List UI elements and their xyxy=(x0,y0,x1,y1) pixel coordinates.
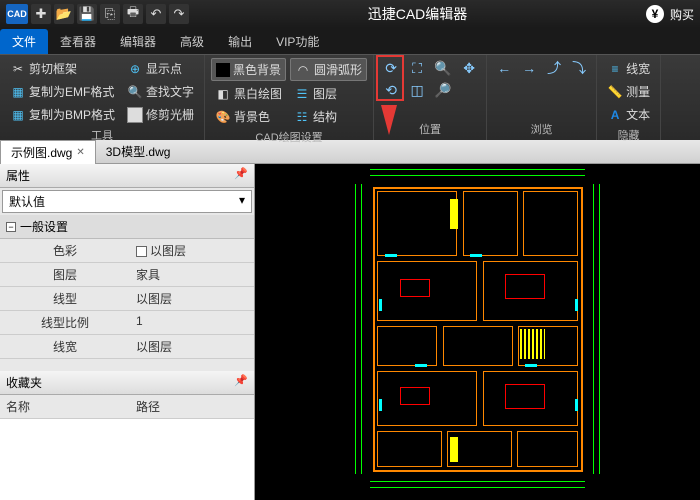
text-icon: A xyxy=(607,107,623,123)
ribbon-group-browse: ← → ⤴ ⤵ 浏览 xyxy=(487,55,597,140)
nav-down-icon[interactable]: ⤵ xyxy=(568,58,590,78)
doc-tab[interactable]: 3D模型.dwg xyxy=(96,140,181,163)
callout-arrow-icon xyxy=(381,105,397,135)
buy-link[interactable]: 购买 xyxy=(670,6,694,23)
open-icon[interactable]: 📂 xyxy=(54,4,74,24)
bmp-icon: ▦ xyxy=(10,107,26,123)
prop-row: 线型比例1 xyxy=(0,311,254,335)
linewidth-icon: ≡ xyxy=(607,61,623,77)
ribbon: ✂剪切框架 ▦复制为EMF格式 ▦复制为BMP格式 ⊕显示点 🔍查找文字 修剪光… xyxy=(0,54,700,140)
ribbon-group-hide: ≡线宽 📏测量 A文本 隐藏 xyxy=(597,55,661,140)
rotate-ccw-icon[interactable]: ⟲ xyxy=(380,80,402,100)
properties-panel-title: 属性📌 xyxy=(0,164,254,188)
new-icon[interactable]: ✚ xyxy=(31,4,51,24)
chevron-down-icon: ▾ xyxy=(239,193,245,210)
favorites-list[interactable] xyxy=(0,419,254,500)
app-title: 迅捷CAD编辑器 xyxy=(189,4,646,24)
search-icon: 🔍 xyxy=(127,84,143,100)
tab-viewer[interactable]: 查看器 xyxy=(48,29,108,54)
drawing-canvas[interactable] xyxy=(255,164,700,500)
group-label-hide: 隐藏 xyxy=(603,125,654,143)
collapse-icon[interactable]: − xyxy=(6,222,16,232)
scissors-icon: ✂ xyxy=(10,61,26,77)
structure-icon: ☷ xyxy=(294,109,310,125)
bg-icon xyxy=(216,63,230,77)
prop-section-general[interactable]: − 一般设置 xyxy=(0,215,254,239)
arc-icon: ◠ xyxy=(295,62,311,78)
doc-tab-active[interactable]: 示例图.dwg✕ xyxy=(0,140,96,164)
ribbon-group-position: ⟳ ⟲ ⛶ ◫ 🔍 🔎 ✥ 位置 xyxy=(374,55,487,140)
zoom-in-icon[interactable]: 🔍 xyxy=(432,58,454,78)
nav-up-icon[interactable]: ⤴ xyxy=(543,58,565,78)
fit-window-icon[interactable]: ⛶ xyxy=(406,58,428,78)
tab-output[interactable]: 输出 xyxy=(216,29,264,54)
ribbon-group-tools: ✂剪切框架 ▦复制为EMF格式 ▦复制为BMP格式 ⊕显示点 🔍查找文字 修剪光… xyxy=(0,55,205,140)
trim-icon xyxy=(127,107,143,123)
black-bg-button[interactable]: 黑色背景 xyxy=(211,58,286,81)
pin-icon[interactable]: 📌 xyxy=(234,374,248,391)
save-icon[interactable]: 💾 xyxy=(77,4,97,24)
tab-file[interactable]: 文件 xyxy=(0,29,48,54)
text-button[interactable]: A文本 xyxy=(603,104,654,125)
zoom-out-icon[interactable]: 🔎 xyxy=(432,80,454,100)
workspace: 属性📌 默认值▾ − 一般设置 色彩以图层 图层家具 线型以图层 线型比例1 线… xyxy=(0,164,700,500)
print-icon[interactable]: 🖶 xyxy=(123,4,143,24)
titlebar: CAD ✚ 📂 💾 ⎘ 🖶 ↶ ↷ 迅捷CAD编辑器 ¥ 购买 xyxy=(0,0,700,28)
structure-button[interactable]: ☷结构 xyxy=(290,106,367,127)
bw-draw-button[interactable]: ◧黑白绘图 xyxy=(211,83,286,104)
redo-icon[interactable]: ↷ xyxy=(169,4,189,24)
ruler-icon: 📏 xyxy=(607,84,623,100)
default-dropdown[interactable]: 默认值▾ xyxy=(2,190,252,213)
prop-row: 线型以图层 xyxy=(0,287,254,311)
smooth-arc-button[interactable]: ◠圆滑弧形 xyxy=(290,58,367,81)
undo-icon[interactable]: ↶ xyxy=(146,4,166,24)
prop-row: 图层家具 xyxy=(0,263,254,287)
prop-row: 线宽以图层 xyxy=(0,335,254,359)
layers-button[interactable]: ☰图层 xyxy=(290,83,367,104)
measure-button[interactable]: 📏测量 xyxy=(603,81,654,102)
clip-frame-button[interactable]: ✂剪切框架 xyxy=(6,58,119,79)
nav-left-icon[interactable]: ← xyxy=(493,58,515,78)
properties-table: − 一般设置 色彩以图层 图层家具 线型以图层 线型比例1 线宽以图层 xyxy=(0,215,254,359)
pan-icon[interactable]: ✥ xyxy=(458,58,480,78)
bg-color-button[interactable]: 🎨背景色 xyxy=(211,106,286,127)
linewidth-button[interactable]: ≡线宽 xyxy=(603,58,654,79)
copy-emf-button[interactable]: ▦复制为EMF格式 xyxy=(6,81,119,102)
group-label-browse: 浏览 xyxy=(493,119,590,137)
checkbox-icon[interactable] xyxy=(136,246,147,257)
pin-icon[interactable]: 📌 xyxy=(234,167,248,184)
group-label-tools: 工具 xyxy=(6,125,198,143)
side-panel: 属性📌 默认值▾ − 一般设置 色彩以图层 图层家具 线型以图层 线型比例1 线… xyxy=(0,164,255,500)
find-text-button[interactable]: 🔍查找文字 xyxy=(123,81,198,102)
tab-editor[interactable]: 编辑器 xyxy=(108,29,168,54)
copy-bmp-button[interactable]: ▦复制为BMP格式 xyxy=(6,104,119,125)
layers-icon: ☰ xyxy=(294,86,310,102)
show-point-button[interactable]: ⊕显示点 xyxy=(123,58,198,79)
ribbon-group-draw-settings: 黑色背景 ◧黑白绘图 🎨背景色 ◠圆滑弧形 ☰图层 ☷结构 CAD绘图设置 xyxy=(205,55,374,140)
rotate-cw-icon[interactable]: ⟳ xyxy=(380,58,402,78)
close-icon[interactable]: ✕ xyxy=(76,147,84,158)
nav-right-icon[interactable]: → xyxy=(518,58,540,78)
app-logo[interactable]: CAD xyxy=(6,4,28,24)
floorplan-drawing xyxy=(355,169,600,489)
saveall-icon[interactable]: ⎘ xyxy=(100,4,120,24)
quick-access-toolbar: CAD ✚ 📂 💾 ⎘ 🖶 ↶ ↷ xyxy=(6,4,189,24)
favorites-panel-title: 收藏夹📌 xyxy=(0,371,254,395)
tab-advanced[interactable]: 高级 xyxy=(168,29,216,54)
tab-vip[interactable]: VIP功能 xyxy=(264,29,331,54)
ribbon-tabs: 文件 查看器 编辑器 高级 输出 VIP功能 xyxy=(0,28,700,54)
group-label-draw: CAD绘图设置 xyxy=(211,127,367,145)
point-icon: ⊕ xyxy=(127,61,143,77)
emf-icon: ▦ xyxy=(10,84,26,100)
bw-icon: ◧ xyxy=(215,86,231,102)
zoom-region-icon[interactable]: ◫ xyxy=(406,80,428,100)
trim-raster-button[interactable]: 修剪光栅 xyxy=(123,104,198,125)
palette-icon: 🎨 xyxy=(215,109,231,125)
prop-row: 色彩以图层 xyxy=(0,239,254,263)
favorites-headers: 名称 路径 xyxy=(0,395,254,419)
currency-icon[interactable]: ¥ xyxy=(646,5,664,23)
